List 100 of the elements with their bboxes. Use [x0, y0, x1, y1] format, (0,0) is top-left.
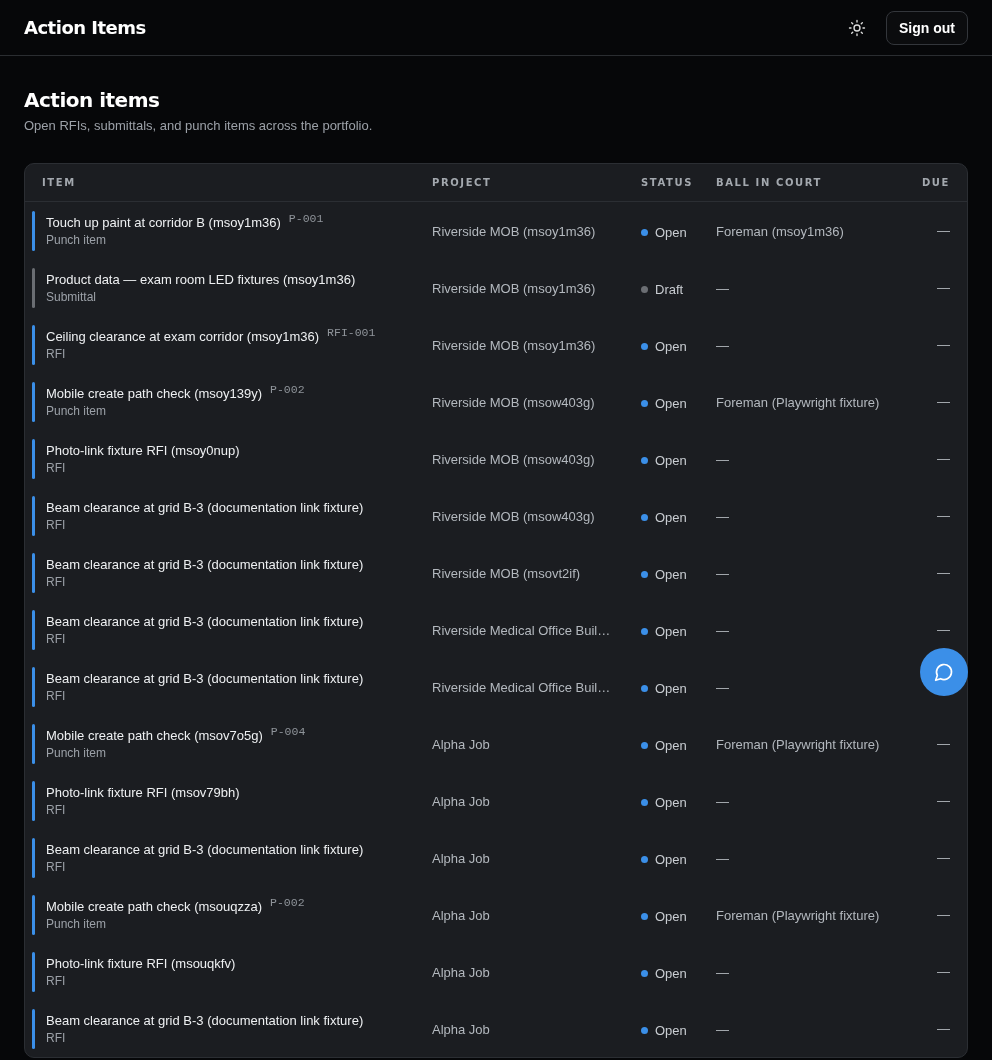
project-name: Riverside MOB (msoy1m36) [432, 223, 596, 239]
status-label: Open [655, 395, 687, 411]
status-bar [32, 438, 35, 479]
due-date: — [936, 223, 950, 238]
project-name: Riverside Medical Office Buil… [432, 679, 611, 695]
project-name: Alpha Job [432, 793, 490, 809]
ball-in-court: — [716, 565, 729, 581]
item-title[interactable]: Mobile create path check (msov7o5g) [46, 727, 263, 743]
ball-in-court: — [716, 337, 729, 353]
status-bar [32, 666, 35, 707]
item-code: P-004 [270, 724, 306, 738]
page-subtitle: Open RFIs, submittals, and punch items across the portfolio. [24, 118, 374, 133]
chat-bubble-icon [934, 662, 954, 682]
item-title[interactable]: Photo-link fixture RFI (msov79bh) [46, 784, 240, 800]
status-bar [32, 837, 35, 878]
item-type: Punch item [46, 403, 108, 418]
status-bar [32, 894, 35, 935]
status-label: Open [655, 338, 687, 354]
ball-in-court: — [716, 679, 729, 695]
ball-in-court: — [716, 451, 729, 467]
item-title[interactable]: Photo-link fixture RFI (msouqkfv) [46, 955, 236, 971]
item-title[interactable]: Ceiling clearance at exam corridor (msoy1m36) [46, 328, 320, 344]
ball-in-court: Foreman (Playwright fixture) [716, 736, 880, 752]
status-bar [32, 723, 35, 764]
item-title[interactable]: Beam clearance at grid B-3 (documentation link fixture) [46, 556, 364, 572]
item-type: Punch item [46, 745, 108, 760]
status-label: Open [655, 737, 687, 753]
status-bar [32, 381, 35, 422]
due-date: — [936, 850, 950, 865]
status-bar [32, 1008, 35, 1049]
status-label: Open [655, 224, 687, 240]
ball-in-court: — [716, 1021, 729, 1037]
project-name: Riverside MOB (msow403g) [432, 394, 595, 410]
status-bar [32, 951, 35, 992]
item-type: RFI [46, 973, 67, 988]
item-type: RFI [46, 631, 67, 646]
status-label: Draft [655, 281, 684, 297]
status-label: Open [655, 965, 687, 981]
project-name: Riverside Medical Office Buil… [432, 622, 611, 638]
ball-in-court: Foreman (msoy1m36) [716, 223, 844, 239]
due-date: — [936, 508, 950, 523]
ball-in-court: — [716, 964, 729, 980]
column-header: PROJECT [432, 177, 493, 188]
item-type: RFI [46, 517, 67, 532]
item-type: RFI [46, 574, 67, 589]
item-title[interactable]: Beam clearance at grid B-3 (documentation link fixture) [46, 670, 364, 686]
page-title: Action items [24, 88, 161, 112]
item-title[interactable]: Mobile create path check (msoy139y) [46, 385, 263, 401]
due-date: — [936, 451, 950, 466]
due-date: — [936, 394, 950, 409]
app-title: Action Items [24, 17, 146, 38]
project-name: Riverside MOB (msoy1m36) [432, 280, 596, 296]
status-label: Open [655, 680, 687, 696]
item-type: RFI [46, 460, 67, 475]
item-code: P-001 [288, 211, 324, 225]
ball-in-court: — [716, 280, 729, 296]
ball-in-court: Foreman (Playwright fixture) [716, 907, 880, 923]
column-header: BALL IN COURT [716, 177, 823, 188]
due-date: — [936, 964, 950, 979]
due-date: — [936, 622, 950, 637]
due-date: — [936, 793, 950, 808]
item-title[interactable]: Product data — exam room LED fixtures (msoy1m36) [46, 271, 356, 287]
item-type: RFI [46, 688, 67, 703]
status-bar [32, 267, 35, 308]
item-title[interactable]: Beam clearance at grid B-3 (documentation link fixture) [46, 613, 364, 629]
status-bar [32, 495, 35, 536]
column-header: STATUS [641, 177, 694, 188]
item-type: RFI [46, 346, 67, 361]
ball-in-court: — [716, 793, 729, 809]
status-bar [32, 210, 35, 251]
item-title[interactable]: Touch up paint at corridor B (msoy1m36) [46, 214, 281, 230]
item-type: Submittal [46, 289, 98, 304]
column-header: DUE [920, 177, 950, 188]
item-title[interactable]: Photo-link fixture RFI (msoy0nup) [46, 442, 240, 458]
project-name: Alpha Job [432, 736, 490, 752]
status-bar [32, 324, 35, 365]
item-title[interactable]: Mobile create path check (msouqzza) [46, 898, 263, 914]
project-name: Riverside MOB (msoy1m36) [432, 337, 596, 353]
item-title[interactable]: Beam clearance at grid B-3 (documentation link fixture) [46, 499, 364, 515]
sign-out-button[interactable]: Sign out [886, 10, 968, 45]
item-type: RFI [46, 1030, 67, 1045]
item-code: P-002 [270, 895, 305, 909]
due-date: — [936, 736, 950, 751]
item-type: Punch item [46, 916, 108, 931]
status-label: Open [655, 794, 687, 810]
item-type: RFI [46, 859, 67, 874]
item-title[interactable]: Beam clearance at grid B-3 (documentation link fixture) [46, 1012, 364, 1028]
item-type: RFI [46, 802, 67, 817]
status-bar [32, 609, 35, 650]
status-label: Open [655, 851, 687, 867]
item-title[interactable]: Beam clearance at grid B-3 (documentation link fixture) [46, 841, 364, 857]
project-name: Alpha Job [432, 850, 490, 866]
project-name: Alpha Job [432, 1021, 490, 1037]
column-header: ITEM [41, 177, 77, 188]
project-name: Riverside MOB (msow403g) [432, 451, 595, 467]
status-label: Open [655, 1022, 687, 1038]
ball-in-court: Foreman (Playwright fixture) [716, 394, 880, 410]
status-label: Open [655, 908, 687, 924]
due-date: — [936, 565, 950, 580]
ball-in-court: — [716, 622, 729, 638]
